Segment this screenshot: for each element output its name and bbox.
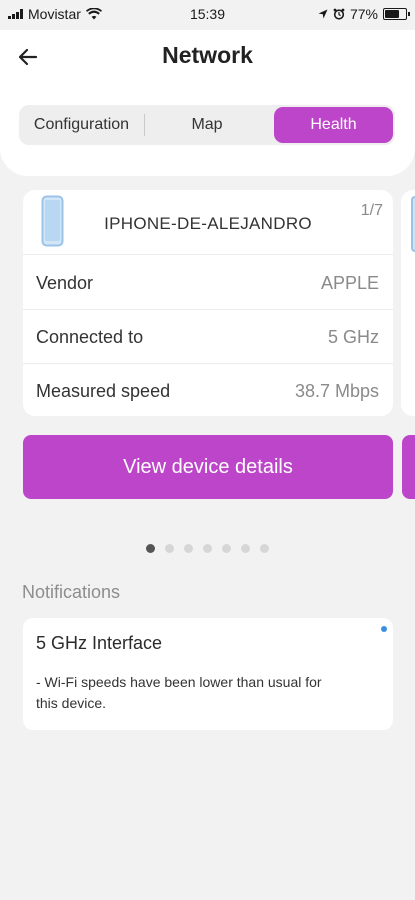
vendor-label: Vendor: [36, 273, 94, 293]
alarm-icon: [333, 8, 345, 20]
carousel-pager: [0, 544, 415, 553]
device-card[interactable]: IPHONE-DE-ALEJANDRO 1/7 Vendor APPLE Con…: [23, 190, 393, 416]
status-bar: Movistar 15:39 77%: [0, 0, 415, 30]
card-divider: [23, 309, 393, 310]
pager-dot[interactable]: [184, 544, 193, 553]
notification-card[interactable]: 5 GHz Interface - Wi-Fi speeds have been…: [23, 618, 393, 730]
card-divider: [23, 254, 393, 255]
tab-configuration[interactable]: Configuration: [19, 105, 144, 145]
device-index: 1/7: [360, 202, 383, 219]
pager-dot[interactable]: [203, 544, 212, 553]
pager-dot[interactable]: [260, 544, 269, 553]
next-device-button-peek[interactable]: [402, 435, 415, 499]
connected-to-value: 5 GHz: [327, 327, 379, 347]
vendor-value: APPLE: [320, 273, 379, 293]
pager-dot[interactable]: [165, 544, 174, 553]
notifications-header: Notifications: [22, 582, 121, 602]
battery-icon: [383, 8, 410, 20]
next-device-card-peek[interactable]: [401, 190, 415, 416]
battery-percent: 77%: [349, 6, 378, 22]
pager-dot[interactable]: [146, 544, 155, 553]
notification-title: 5 GHz Interface: [36, 633, 163, 653]
battery-level: [385, 10, 399, 18]
phone-icon: [411, 196, 415, 252]
unread-indicator: [381, 626, 387, 632]
device-name: IPHONE-DE-ALEJANDRO: [104, 214, 312, 233]
segmented-tabs: Configuration Map Health: [19, 105, 395, 145]
pager-dot[interactable]: [241, 544, 250, 553]
view-device-details-button[interactable]: View device details: [23, 435, 393, 499]
tab-health[interactable]: Health: [274, 107, 393, 143]
status-right: 77%: [318, 6, 410, 22]
header-panel: Network Configuration Map Health: [0, 30, 415, 176]
page-title: Network: [162, 42, 253, 68]
location-arrow-icon: [318, 9, 328, 19]
connected-to-label: Connected to: [36, 327, 144, 347]
measured-speed-value: 38.7 Mbps: [294, 381, 379, 401]
notification-body: - Wi-Fi speeds have been lower than usua…: [36, 674, 322, 711]
tab-map[interactable]: Map: [145, 105, 269, 145]
measured-speed-label: Measured speed: [36, 381, 171, 401]
card-divider: [23, 363, 393, 364]
pager-dot[interactable]: [222, 544, 231, 553]
